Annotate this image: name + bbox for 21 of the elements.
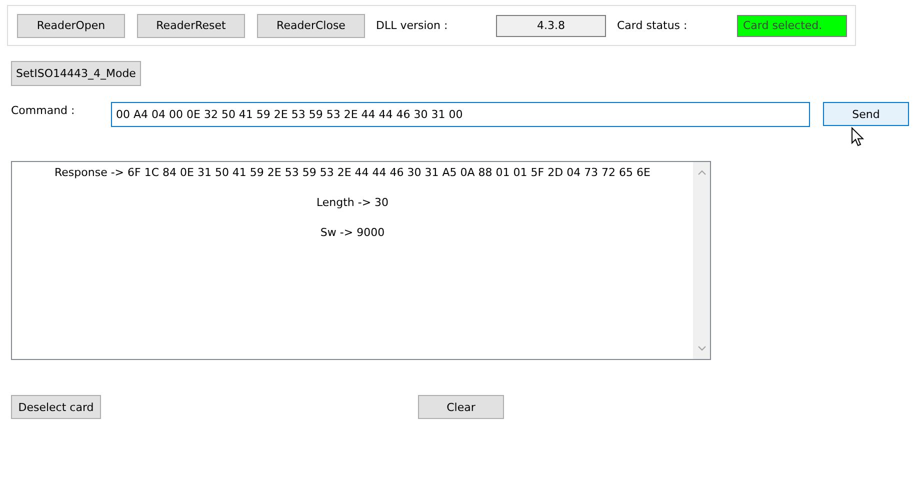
response-line: Response -> 6F 1C 84 0E 31 50 41 59 2E 53 59 53 2E 44 44 46 30 31 A5 0A 88 01 01 5F 2D 04 73 72 65 6E — [54, 165, 650, 180]
send-button[interactable]: Send — [823, 102, 909, 126]
reader-button[interactable]: ReaderClose — [257, 14, 365, 38]
dll-version-field: 4.3.8 — [496, 14, 606, 36]
reader-button[interactable]: ReaderReset — [137, 14, 245, 38]
action-button[interactable]: Deselect card — [11, 395, 101, 419]
scrollbar[interactable] — [693, 162, 710, 359]
reader-button[interactable]: ReaderOpen — [17, 14, 125, 38]
dll-version-label: DLL version : — [376, 19, 449, 32]
mode-button[interactable]: SetISO14443_4_Mode — [11, 61, 141, 86]
action-button[interactable]: Clear — [418, 395, 504, 419]
response-line: Sw -> 9000 — [320, 225, 385, 240]
card-status-field: Card selected. — [737, 14, 847, 36]
card-status-label: Card status : — [617, 19, 688, 32]
scroll-down-icon[interactable] — [698, 346, 706, 351]
command-field[interactable]: 00 A4 04 00 0E 32 50 41 59 2E 53 59 53 2E 44 44 46 30 31 00 — [111, 102, 810, 127]
scroll-up-icon[interactable] — [698, 170, 706, 175]
response-line: Length -> 30 — [316, 195, 389, 210]
response-text-area[interactable]: Response -> 6F 1C 84 0E 31 50 41 59 2E 53 59 53 2E 44 44 46 30 31 A5 0A 88 01 01 5F 2D 04 73 72 65 6E Length -> 30 Sw -> 9000 — [11, 161, 711, 360]
command-label: Command : — [11, 103, 76, 117]
mouse-pointer-icon — [851, 127, 864, 147]
